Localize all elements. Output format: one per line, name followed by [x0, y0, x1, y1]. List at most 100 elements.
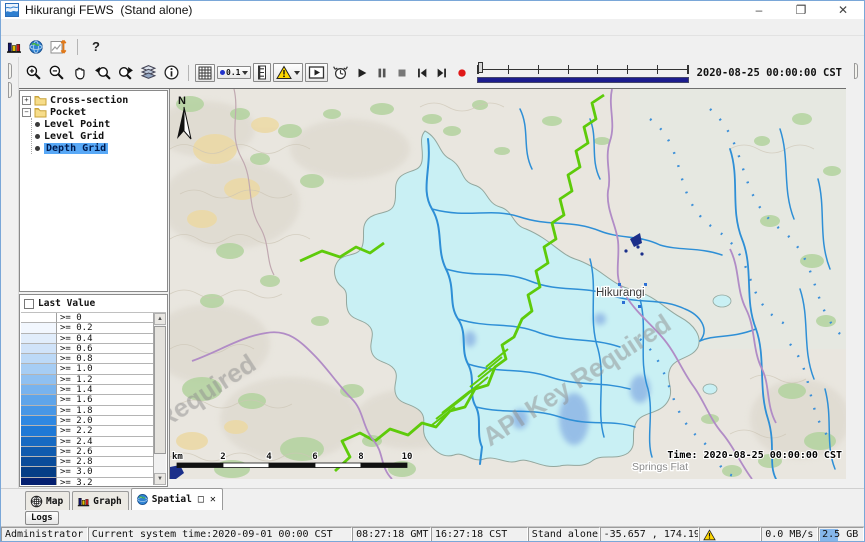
legend-row: >= 1.0	[21, 364, 153, 374]
tree-leaf-depth-grid[interactable]: Depth Grid	[35, 142, 167, 154]
zoom-in-icon	[25, 64, 42, 81]
tree-leaf-label: Level Point	[44, 119, 110, 130]
status-system-time: Current system time:2020-09-01 00:00 CST	[88, 527, 352, 542]
collapse-icon[interactable]: −	[22, 108, 31, 117]
tab-spatial[interactable]: Spatial □ ✕	[131, 488, 223, 510]
tree-leaf-level-point[interactable]: Level Point	[35, 118, 167, 130]
zoom-previous-button[interactable]	[92, 63, 113, 82]
legend-color-swatch	[21, 364, 57, 374]
status-memory: 2.5 GB	[818, 527, 864, 542]
close-button[interactable]: ✕	[822, 1, 864, 19]
tree-leaf-level-grid[interactable]: Level Grid	[35, 130, 167, 142]
legend-row-label: >= 2.2	[57, 426, 153, 436]
spatial-display-icon[interactable]	[50, 39, 67, 55]
warning-threshold-dropdown[interactable]	[273, 63, 303, 82]
chevron-down-icon	[294, 71, 300, 75]
play-icon	[355, 66, 369, 80]
time-slider-thumb[interactable]	[478, 62, 483, 73]
timeseries-dialog-icon[interactable]	[6, 39, 22, 55]
step-back-button[interactable]	[413, 65, 431, 81]
tab-map[interactable]: Map	[25, 491, 70, 510]
stop-icon	[395, 66, 409, 80]
map-display-icon[interactable]	[28, 39, 44, 55]
pan-button[interactable]	[69, 63, 90, 82]
info-icon	[163, 64, 180, 81]
info-button[interactable]	[161, 63, 182, 82]
legend-color-swatch	[21, 406, 57, 416]
tab-maximize-icon[interactable]: □	[198, 494, 204, 505]
legend-scrollbar[interactable]: ▲ ▼	[153, 313, 166, 485]
legend-row: >= 0.2	[21, 323, 153, 333]
last-value-checkbox[interactable]	[24, 299, 34, 309]
scroll-up-icon[interactable]: ▲	[154, 313, 166, 325]
tree-node-pocket[interactable]: − Pocket	[22, 106, 167, 118]
map-canvas[interactable]: API Key Required API Key Required Hikura…	[170, 89, 846, 479]
ruler-icon	[256, 65, 268, 80]
tree-leaf-label-selected: Depth Grid	[44, 143, 108, 154]
step-forward-button[interactable]	[433, 65, 451, 81]
contour-interval-dropdown[interactable]: 0.1	[217, 66, 251, 79]
grid-icon	[198, 66, 212, 80]
layers-button[interactable]	[138, 63, 159, 82]
bar-chart-icon	[77, 495, 90, 508]
bottom-tab-bar: Map Graph Spatial □ ✕	[1, 488, 864, 510]
legend-color-swatch	[21, 426, 57, 436]
grid-display-button[interactable]	[195, 64, 215, 82]
legend-color-swatch	[21, 457, 57, 467]
help-button[interactable]: ?	[88, 39, 104, 54]
legend-row-label: >= 1.6	[57, 395, 153, 405]
stop-button[interactable]	[393, 65, 411, 81]
animation-button[interactable]	[305, 63, 328, 82]
layer-tree: + Cross-section − Pocket Level Point Lev…	[19, 90, 168, 292]
maximize-button[interactable]: ❐	[780, 1, 822, 19]
tab-graph[interactable]: Graph	[72, 491, 129, 510]
side-tab[interactable]	[8, 82, 12, 98]
time-span-bar	[477, 77, 688, 83]
legend-row-label: >= 2.4	[57, 437, 153, 447]
zoom-next-button[interactable]	[115, 63, 136, 82]
legend-row: >= 1.4	[21, 385, 153, 395]
zoom-in-button[interactable]	[23, 63, 44, 82]
legend-row-label: >= 0	[57, 313, 153, 323]
zoom-out-button[interactable]	[46, 63, 67, 82]
step-forward-icon	[435, 66, 449, 80]
legend-color-swatch	[21, 323, 57, 333]
folder-icon	[34, 95, 47, 106]
menu-item[interactable]	[1, 26, 17, 28]
map-time-label: Time: 2020-08-25 00:00:00 CST	[667, 449, 842, 461]
tree-node-cross-section[interactable]: + Cross-section	[22, 94, 167, 106]
side-tab[interactable]	[8, 63, 12, 79]
logs-button[interactable]: Logs	[25, 511, 59, 525]
time-slider-track	[477, 65, 688, 74]
zoom-previous-icon	[94, 64, 111, 81]
svg-text:2: 2	[220, 452, 225, 462]
menu-item[interactable]	[33, 26, 49, 28]
profile-button[interactable]	[253, 63, 271, 82]
time-navigator-button[interactable]	[330, 63, 351, 82]
last-value-label: Last Value	[38, 298, 95, 309]
pause-button[interactable]	[373, 65, 391, 81]
play-button[interactable]	[353, 65, 371, 81]
legend-row-label: >= 1.2	[57, 375, 153, 385]
interval-value: 0.1	[226, 68, 240, 77]
svg-text:km: km	[172, 452, 183, 462]
legend-row-label: >= 0.4	[57, 334, 153, 344]
globe-icon	[136, 493, 149, 506]
menu-item[interactable]	[17, 26, 33, 28]
expand-icon[interactable]: +	[22, 96, 31, 105]
side-tab[interactable]	[854, 63, 858, 79]
minimize-button[interactable]: –	[738, 1, 780, 19]
menu-item[interactable]	[49, 26, 65, 28]
status-network-speed: 0.0 MB/s	[761, 527, 818, 542]
scroll-down-icon[interactable]: ▼	[154, 473, 166, 485]
legend-row: >= 0.6	[21, 344, 153, 354]
tab-close-icon[interactable]: ✕	[210, 494, 216, 505]
scrollbar-thumb[interactable]	[154, 326, 166, 454]
zoom-next-icon	[117, 64, 134, 81]
legend-panel: Last Value >= 0 >= 0.2	[19, 294, 168, 487]
legend-row-label: >= 0.2	[57, 323, 153, 333]
status-alerts[interactable]	[699, 527, 761, 542]
place-label-hikurangi: Hikurangi	[596, 287, 645, 299]
record-button[interactable]	[453, 65, 471, 81]
time-slider[interactable]	[477, 62, 688, 84]
